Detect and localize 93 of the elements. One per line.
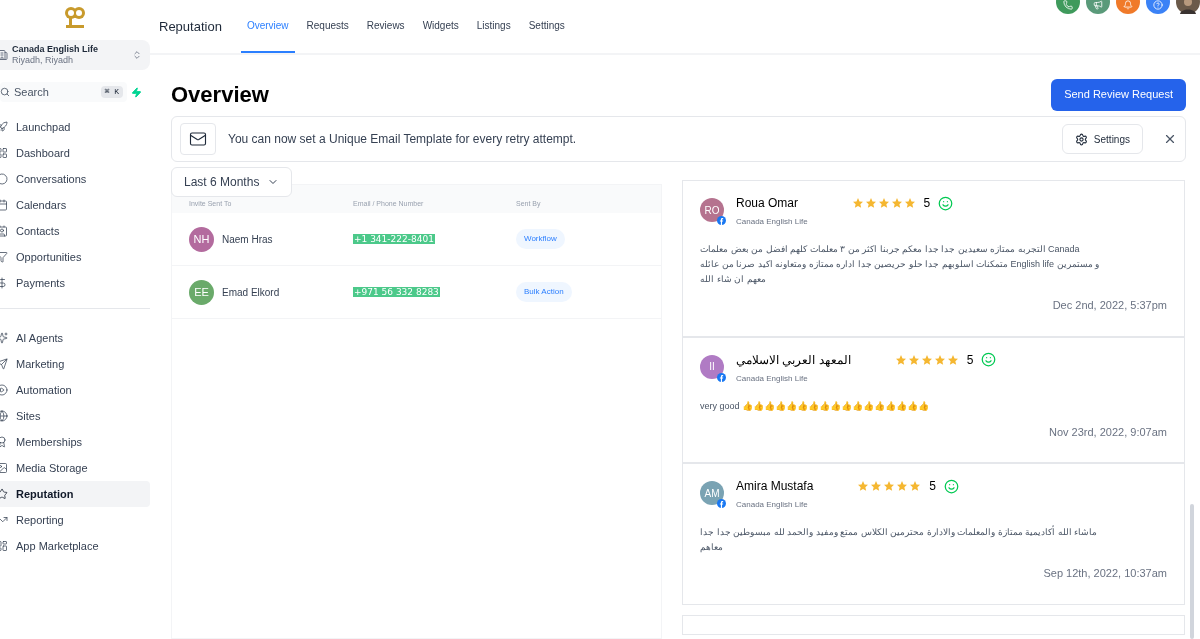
business-name: Canada English Life bbox=[736, 372, 809, 385]
star-icon bbox=[907, 353, 920, 366]
lightning-icon[interactable] bbox=[131, 86, 142, 98]
reviewer-name: Roua Omar bbox=[736, 195, 800, 212]
review-text: التجربه ممتازه سعيدين جدا جدا معكم جربنا اكثر من ٣ معلمات كلهم افضل من بعض معلمات Canada متمكنات اسلوبهم جدا حلو حريصين جدا اداره ممتازه ومتعاونه اكيد صرنا من عائله English life و مستمرين معهم ان شاء الله bbox=[700, 243, 1101, 286]
smiley-icon bbox=[938, 195, 954, 211]
nav-tab[interactable]: Listings bbox=[470, 0, 517, 53]
phone-icon bbox=[1063, 0, 1073, 10]
star-icon bbox=[890, 197, 903, 209]
star-icon bbox=[883, 480, 896, 492]
contact-avatar: EE bbox=[189, 279, 214, 305]
sidebar-item[interactable]: Opportunities bbox=[0, 244, 150, 270]
star-icon bbox=[864, 197, 877, 209]
facebook-icon bbox=[717, 372, 726, 382]
sidebar-item[interactable]: AI Agents bbox=[0, 325, 150, 351]
review-text: ماشاء الله أكاديمية ممتازة والمعلمات والادارة محترمين الكلاس ممتع ومفيد والحمد لله مبسوطين جدا جدا معاهم bbox=[700, 525, 1098, 554]
star-icon bbox=[894, 353, 907, 366]
nav-tab[interactable]: Overview bbox=[240, 0, 295, 53]
settings-icon bbox=[1074, 132, 1088, 146]
star-icon bbox=[909, 480, 922, 492]
sidebar-item[interactable]: Payments bbox=[0, 270, 150, 296]
sidebar-item[interactable]: Reporting bbox=[0, 507, 150, 533]
sidebar-item[interactable]: Media Storage bbox=[0, 455, 150, 481]
star-icon bbox=[870, 480, 883, 492]
reviewer-name: المعهد العربي الاسلامي bbox=[736, 351, 851, 369]
bell-icon bbox=[1123, 0, 1133, 10]
review-date: Dec 2nd, 2022, 5:37pm bbox=[1052, 298, 1167, 313]
help-icon bbox=[1153, 0, 1163, 10]
sidebar-item[interactable]: Memberships bbox=[0, 429, 150, 455]
reviewer-name: Amira Mustafa bbox=[736, 478, 814, 495]
star-icon bbox=[857, 480, 870, 492]
star-icon bbox=[877, 197, 890, 209]
sent-by-tag: Bulk Action bbox=[516, 282, 572, 302]
review-date: Sep 12th, 2022, 10:37am bbox=[1043, 566, 1167, 581]
sidebar-item[interactable]: Reputation bbox=[0, 481, 150, 507]
banner-text: You can now set a Unique Email Template for every retry attempt. bbox=[228, 131, 578, 148]
business-name: Canada English Life bbox=[736, 216, 808, 228]
sidebar-item[interactable]: Conversations bbox=[0, 166, 150, 192]
phone-number: +1 341-222-8401 bbox=[353, 234, 435, 245]
reviewer-avatar: II bbox=[700, 354, 724, 379]
star-icon bbox=[903, 197, 916, 209]
reviewer-avatar: RO bbox=[700, 198, 724, 222]
facebook-icon bbox=[717, 216, 726, 225]
review-text: very good 👍👍👍👍👍👍👍👍👍👍👍👍👍👍👍👍👍 bbox=[700, 399, 931, 413]
phone-number: +971 56 332 8283 bbox=[353, 287, 440, 298]
sent-by-tag: Workflow bbox=[516, 229, 565, 249]
megaphone-icon bbox=[1093, 0, 1103, 10]
smiley-icon bbox=[944, 478, 960, 494]
sidebar-item[interactable]: Automation bbox=[0, 377, 150, 403]
sidebar-item[interactable]: Marketing bbox=[0, 351, 150, 377]
facebook-icon bbox=[717, 499, 726, 508]
sidebar-item[interactable]: App Marketplace bbox=[0, 533, 150, 559]
star-icon bbox=[933, 353, 946, 366]
rating-value: 5 bbox=[923, 195, 931, 212]
search-field[interactable]: Search ⌘ K bbox=[0, 82, 127, 102]
chevrons-icon bbox=[132, 50, 142, 60]
section-title: Reputation bbox=[159, 17, 222, 36]
account-location: Riyadh, Riyadh bbox=[12, 55, 75, 67]
nav-tab[interactable]: Requests bbox=[300, 0, 355, 53]
star-icon bbox=[946, 353, 959, 366]
search-icon bbox=[0, 87, 10, 97]
close-icon[interactable] bbox=[1163, 132, 1177, 146]
smiley-icon bbox=[981, 352, 997, 367]
nav-tab[interactable]: Widgets bbox=[416, 0, 465, 53]
shortcut-key: ⌘ K bbox=[100, 86, 123, 98]
contact-name: Naem Hras bbox=[222, 232, 273, 247]
nav-tab[interactable]: Settings bbox=[522, 0, 571, 53]
reviewer-avatar: AM bbox=[700, 481, 724, 505]
search-placeholder: Search bbox=[14, 84, 50, 100]
account-switcher[interactable]: Canada English Life Riyadh, Riyadh bbox=[0, 40, 150, 70]
sidebar-item[interactable]: Contacts bbox=[0, 218, 150, 244]
sidebar-item[interactable]: Sites bbox=[0, 403, 150, 429]
contact-name: Emad Elkord bbox=[222, 285, 280, 300]
sidebar-item[interactable]: Launchpad bbox=[0, 114, 150, 140]
sidebar-item[interactable]: Dashboard bbox=[0, 140, 150, 166]
send-review-request-button[interactable]: Send Review Request bbox=[1051, 78, 1186, 111]
sidebar-item[interactable]: Calendars bbox=[0, 192, 150, 218]
rating-value: 5 bbox=[966, 351, 974, 369]
scrollbar-thumb[interactable] bbox=[1190, 504, 1194, 639]
nav-tab[interactable]: Reviews bbox=[360, 0, 411, 53]
star-icon bbox=[896, 480, 909, 492]
star-icon bbox=[920, 353, 933, 366]
settings-button[interactable]: Settings bbox=[1061, 124, 1143, 154]
star-icon bbox=[851, 197, 864, 209]
review-date: Nov 23rd, 2022, 9:07am bbox=[1048, 424, 1167, 440]
logo bbox=[62, 4, 88, 30]
envelope-icon bbox=[189, 130, 207, 148]
business-name: Canada English Life bbox=[736, 499, 809, 511]
account-name: Canada English Life bbox=[12, 43, 99, 55]
rating-value: 5 bbox=[929, 478, 937, 495]
page-title: Overview bbox=[171, 81, 269, 109]
contact-avatar: NH bbox=[189, 226, 214, 252]
date-range-dropdown[interactable]: Last 6 Months bbox=[171, 167, 293, 197]
